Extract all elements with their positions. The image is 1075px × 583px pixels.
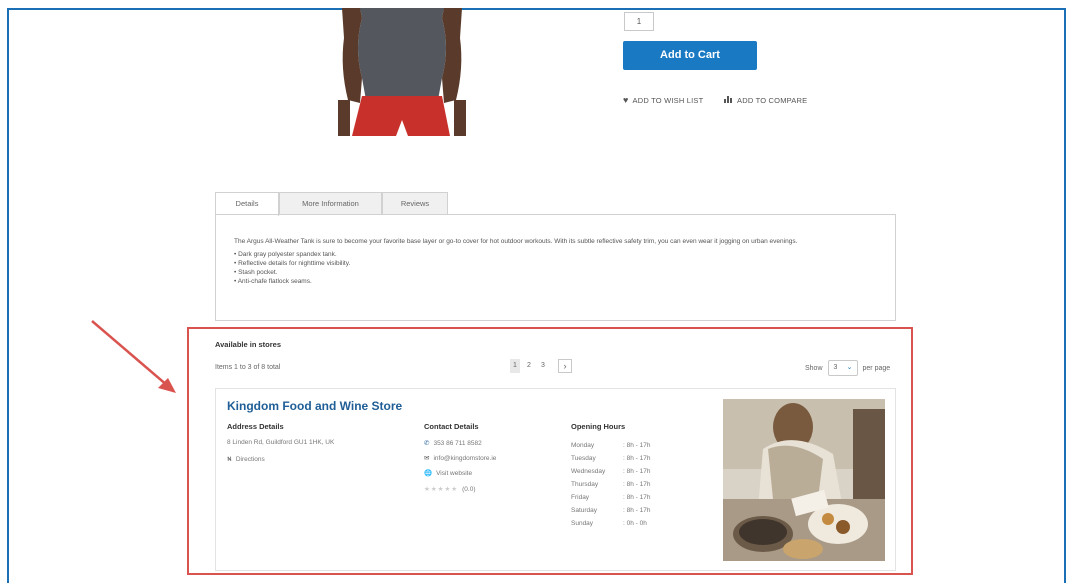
time: : 8h - 17h [623,442,651,449]
add-to-compare-link[interactable]: ADD TO COMPARE [724,95,807,105]
website-link[interactable]: 🌐 Visit website [424,469,473,478]
hours-title: Opening Hours [571,422,626,431]
phone-number: 353 86 711 8582 [433,439,482,447]
page-3[interactable]: 3 [538,359,548,373]
email-link[interactable]: ✉ info@kingdomstore.ie [424,454,497,463]
time: : 8h - 17h [623,507,651,514]
globe-icon: 🌐 [424,470,433,477]
stores-title: Available in stores [215,340,281,349]
day: Tuesday [571,455,596,462]
details-panel: The Argus All-Weather Tank is sure to be… [215,214,896,321]
tab-details[interactable]: Details [215,192,279,216]
add-to-wish-list-link[interactable]: ♥ ADD TO WISH LIST [623,95,703,105]
day: Saturday [571,507,598,514]
next-page-button[interactable]: › [558,359,572,373]
quantity-input[interactable]: 1 [624,12,654,31]
chevron-down-icon: ⌄ [846,364,853,371]
time: : 8h - 17h [623,481,651,488]
pagination: 1 2 3 › [510,359,572,373]
bar-chart-icon [724,95,733,105]
product-description: The Argus All-Weather Tank is sure to be… [234,238,798,245]
day: Monday [571,442,595,449]
items-total: Items 1 to 3 of 8 total [215,364,281,371]
time: : 8h - 17h [623,455,651,462]
hours-row: Thursday : 8h - 17h [571,478,650,491]
list-item: • Dark gray polyester spandex tank. [234,251,337,258]
page-1[interactable]: 1 [510,359,520,373]
phone-link[interactable]: ✆ 353 86 711 8582 [424,439,482,448]
contact-title: Contact Details [424,422,479,431]
hours-row: Monday : 8h - 17h [571,439,650,452]
product-image [338,8,466,136]
list-item: • Stash pocket. [234,269,278,276]
rating-value: (0.0) [462,485,476,493]
tab-reviews[interactable]: Reviews [382,192,448,214]
directions-link[interactable]: ⛕ Directions [227,455,265,464]
time: : 8h - 17h [623,468,651,475]
envelope-icon: ✉ [424,455,430,462]
time: : 8h - 17h [623,494,651,501]
directions-icon: ⛕ [227,456,232,463]
annotation-arrow [88,318,180,403]
day: Sunday [571,520,594,527]
hours-row: Sunday : 0h - 0h [571,517,650,530]
list-item: • Anti-chafe flatlock seams. [234,278,312,285]
opening-hours: Monday : 8h - 17h Tuesday : 8h - 17h Wedne… [571,439,650,530]
star-rating-icon: ★★★★★ [424,486,459,493]
hours-row: Wednesday : 8h - 17h [571,465,650,478]
store-address: 8 Linden Rd, Guildford GU1 1HK, UK [227,439,335,446]
per-page-select[interactable]: 3 ⌄ [827,360,858,376]
limiter: Show 3 ⌄ per page [805,360,890,376]
email-address: info@kingdomstore.ie [433,454,497,462]
day: Thursday [571,481,599,488]
store-rating: ★★★★★ (0.0) [424,485,476,494]
page-2[interactable]: 2 [524,359,534,373]
hours-row: Friday : 8h - 17h [571,491,650,504]
show-label: Show [805,364,823,372]
store-name[interactable]: Kingdom Food and Wine Store [227,399,402,413]
compare-label: ADD TO COMPARE [737,95,808,105]
day: Friday [571,494,590,501]
phone-icon: ✆ [424,440,430,447]
tab-more-information[interactable]: More Information [279,192,382,214]
per-page-label: per page [862,364,891,372]
store-photo [723,399,885,561]
address-title: Address Details [227,422,284,431]
wish-list-label: ADD TO WISH LIST [632,95,704,105]
day: Wednesday [571,468,606,475]
hours-row: Saturday : 8h - 17h [571,504,650,517]
per-page-value: 3 [833,364,838,371]
product-tabs: Details More Information Reviews [215,192,448,216]
hours-row: Tuesday : 8h - 17h [571,452,650,465]
list-item: • Reflective details for nighttime visib… [234,260,351,267]
directions-label: Directions [235,456,265,463]
feature-list: • Dark gray polyester spandex tank. • Re… [234,250,877,286]
website-label: Visit website [436,469,473,477]
heart-icon: ♥ [623,95,629,105]
add-to-cart-button[interactable]: Add to Cart [623,41,757,70]
time: : 0h - 0h [623,520,647,527]
